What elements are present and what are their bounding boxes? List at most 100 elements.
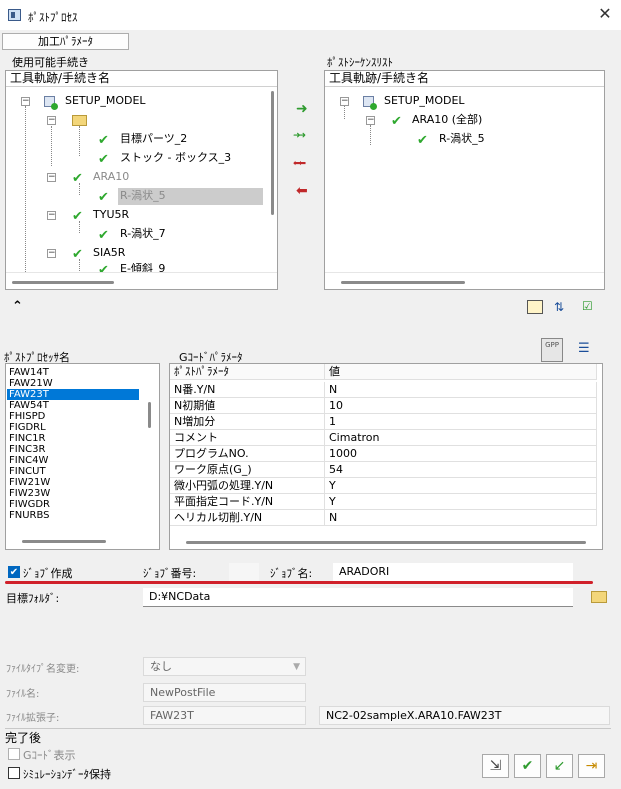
list-item[interactable]: FINCUT — [7, 466, 139, 477]
list-item[interactable]: FAW21W — [7, 378, 139, 389]
gpp-settings-icon[interactable]: GPP — [541, 338, 563, 362]
collapse-toggle[interactable]: − — [340, 97, 349, 106]
tree-item-r-spiral-5[interactable]: R-渦状_5 — [120, 187, 166, 205]
target-folder-field[interactable]: D:¥NCData — [143, 588, 573, 607]
collapse-toggle[interactable]: − — [366, 116, 375, 125]
export-button[interactable]: ⇲ — [482, 754, 509, 778]
chevron-down-icon: ▼ — [293, 662, 300, 672]
horizontal-scrollbar[interactable] — [22, 540, 106, 543]
vertical-scrollbar[interactable] — [148, 402, 151, 428]
gcode-value[interactable]: Y — [325, 478, 597, 494]
check-icon: ✔ — [98, 228, 109, 243]
gcode-value[interactable]: N — [325, 382, 597, 398]
horizontal-scrollbar[interactable] — [12, 281, 114, 284]
tree-item-tyu5r[interactable]: TYU5R — [93, 206, 129, 224]
file-name-field[interactable]: NewPostFile — [143, 683, 306, 702]
job-create-label: ｼﾞｮﾌﾞ作成 — [23, 567, 73, 580]
tree-item-e-slope-9[interactable]: E-傾斜_9 — [120, 263, 165, 272]
gcode-display-checkbox[interactable] — [8, 748, 20, 760]
list-item[interactable]: FINC3R — [7, 444, 139, 455]
gcode-param: N初期値 — [170, 398, 325, 414]
horizontal-scrollbar[interactable] — [186, 541, 586, 544]
check-icon: ✔ — [72, 209, 83, 224]
list-item-selected[interactable]: FAW23T — [7, 389, 139, 400]
gcode-value[interactable]: Y — [325, 494, 597, 510]
gcode-param: コメント — [170, 430, 325, 446]
list-item[interactable]: FIGDRL — [7, 422, 139, 433]
available-tree[interactable]: 工具軌跡/手続き名 − SETUP_MODEL − ✔ 目標パーツ_2 ✔ スト… — [5, 70, 278, 290]
add-arrow-icon[interactable]: ➜ — [296, 102, 308, 116]
collapse-panel-icon[interactable]: ⌃ — [12, 299, 23, 314]
add-all-arrow-icon[interactable]: ➜➜ — [293, 129, 306, 143]
job-create-checkbox[interactable]: ✔ — [8, 566, 20, 578]
after-completion-label: 完了後 — [5, 731, 42, 745]
apply-button[interactable]: ↙ — [546, 754, 573, 778]
horizontal-scrollbar[interactable] — [341, 281, 465, 284]
check-icon: ✔ — [98, 263, 109, 272]
collapse-toggle[interactable]: − — [47, 211, 56, 220]
list-item[interactable]: FINC4W — [7, 455, 139, 466]
collapse-toggle[interactable]: − — [47, 173, 56, 182]
gcode-param: N増加分 — [170, 414, 325, 430]
job-number-label: ｼﾞｮﾌﾞ番号: — [143, 567, 197, 580]
file-type-label: ﾌｧｲﾙﾀｲﾌﾟ名変更: — [6, 664, 80, 675]
gcode-param: 微小円弧の処理.Y/N — [170, 478, 325, 494]
gcode-param: ワーク原点(G_) — [170, 462, 325, 478]
sequence-label: ﾎﾟｽﾄｼｰｹﾝｽﾘｽﾄ — [327, 56, 393, 69]
list-item[interactable]: FHISPD — [7, 411, 139, 422]
gcode-value[interactable]: 1000 — [325, 446, 597, 462]
tree-item-ara10[interactable]: ARA10 — [93, 168, 129, 186]
file-open-icon[interactable] — [527, 300, 543, 314]
sequence-item-r-spiral-5[interactable]: R-渦状_5 — [439, 130, 485, 148]
setup-model-icon — [363, 96, 377, 110]
collapse-toggle[interactable]: − — [47, 116, 56, 125]
available-column-header: 工具軌跡/手続き名 — [6, 71, 277, 87]
job-number-field[interactable] — [229, 563, 259, 582]
setup-model-icon — [44, 96, 58, 110]
tree-item-stock-box[interactable]: ストック - ボックス_3 — [120, 149, 231, 167]
file-type-value: なし — [150, 660, 172, 673]
processor-list[interactable]: FAW14T FAW21W FAW23T FAW54T FHISPD FIGDR… — [5, 363, 160, 550]
tree-item-r-spiral-7[interactable]: R-渦状_7 — [120, 225, 166, 243]
folder-browse-icon[interactable] — [591, 591, 607, 603]
sort-order-icon[interactable]: ⇅ — [554, 300, 570, 314]
file-type-select[interactable]: なし ▼ — [143, 657, 306, 676]
list-item[interactable]: FIW21W — [7, 477, 139, 488]
job-name-label: ｼﾞｮﾌﾞ名: — [270, 567, 313, 580]
gcode-grid[interactable]: ﾎﾟｽﾄﾊﾟﾗﾒｰﾀ 値 N番.Y/N N N初期値 10 N増加分 1 コメン… — [169, 363, 603, 550]
exit-button[interactable]: ⇥ — [578, 754, 605, 778]
sequence-item-ara10[interactable]: ARA10 (全部) — [412, 111, 482, 129]
collapse-toggle[interactable]: − — [21, 97, 30, 106]
remove-arrow-icon[interactable]: ⬅ — [296, 184, 308, 198]
gcode-param: 平面指定コード.Y/N — [170, 494, 325, 510]
job-name-field[interactable]: ARADORI — [333, 563, 573, 582]
keep-sim-data-checkbox[interactable] — [8, 767, 20, 779]
list-item[interactable]: FNURBS — [7, 510, 139, 521]
gcode-value[interactable]: 1 — [325, 414, 597, 430]
window-title: ﾎﾟｽﾄﾌﾟﾛｾｽ — [28, 11, 78, 24]
tree-item-setup-model[interactable]: SETUP_MODEL — [65, 92, 146, 110]
gcode-value[interactable]: 10 — [325, 398, 597, 414]
list-item[interactable]: FAW54T — [7, 400, 139, 411]
tree-item-sia5r[interactable]: SIA5R — [93, 244, 125, 262]
collapse-toggle[interactable]: − — [47, 249, 56, 258]
list-item[interactable]: FAW14T — [7, 367, 139, 378]
tree-item-target-part[interactable]: 目標パーツ_2 — [120, 130, 187, 148]
sequence-item-setup-model[interactable]: SETUP_MODEL — [384, 92, 465, 110]
remove-all-arrow-icon[interactable]: ⬅⬅ — [293, 157, 306, 171]
list-item[interactable]: FINC1R — [7, 433, 139, 444]
vertical-scrollbar[interactable] — [271, 91, 274, 215]
list-arrow-icon[interactable]: ☰ — [578, 341, 596, 357]
sequence-tree[interactable]: 工具軌跡/手続き名 − SETUP_MODEL − ✔ ARA10 (全部) ✔… — [324, 70, 605, 290]
file-ext-field[interactable]: FAW23T — [143, 706, 306, 725]
check-icon: ✔ — [72, 247, 83, 262]
list-item[interactable]: FIWGDR — [7, 499, 139, 510]
close-icon[interactable]: ✕ — [596, 5, 614, 23]
gcode-value[interactable]: N — [325, 510, 597, 526]
check-clear-icon[interactable]: ☑ — [582, 298, 598, 314]
gcode-value[interactable]: Cimatron — [325, 430, 597, 446]
list-item[interactable]: FIW23W — [7, 488, 139, 499]
tab-processing-params[interactable]: 加工ﾊﾟﾗﾒｰﾀ — [2, 33, 129, 50]
ok-button[interactable]: ✔ — [514, 754, 541, 778]
gcode-value[interactable]: 54 — [325, 462, 597, 478]
